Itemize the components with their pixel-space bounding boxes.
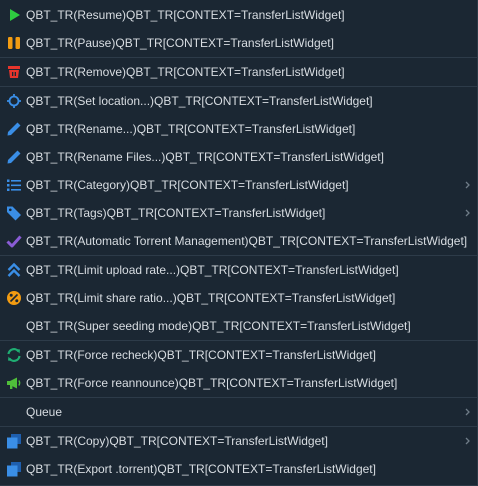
menu-separator (0, 340, 477, 341)
play-icon (6, 7, 22, 23)
chevron-right-icon (464, 435, 472, 447)
menu-separator (0, 397, 477, 398)
menu-item-copy[interactable]: QBT_TR(Copy)QBT_TR[CONTEXT=TransferListW… (0, 428, 477, 454)
menu-item-category[interactable]: QBT_TR(Category)QBT_TR[CONTEXT=TransferL… (0, 172, 477, 198)
menu-item-label: QBT_TR(Super seeding mode)QBT_TR[CONTEXT… (26, 319, 411, 333)
menu-separator (0, 255, 477, 256)
torrent-context-menu: QBT_TR(Resume)QBT_TR[CONTEXT=TransferLis… (0, 0, 478, 486)
menu-item-super-seeding-mode[interactable]: QBT_TR(Super seeding mode)QBT_TR[CONTEXT… (0, 313, 477, 339)
menu-item-rename[interactable]: QBT_TR(Rename...)QBT_TR[CONTEXT=Transfer… (0, 116, 477, 142)
menu-separator (0, 57, 477, 58)
menu-item-limit-upload-rate[interactable]: QBT_TR(Limit upload rate...)QBT_TR[CONTE… (0, 257, 477, 283)
chevron-right-icon (464, 179, 472, 191)
chevron-right-icon (464, 207, 472, 219)
menu-separator (0, 426, 477, 427)
menu-item-pause[interactable]: QBT_TR(Pause)QBT_TR[CONTEXT=TransferList… (0, 30, 477, 56)
menu-item-export-torrent[interactable]: QBT_TR(Export .torrent)QBT_TR[CONTEXT=Tr… (0, 456, 477, 482)
menu-item-remove[interactable]: QBT_TR(Remove)QBT_TR[CONTEXT=TransferLis… (0, 59, 477, 85)
menu-item-force-reannounce[interactable]: QBT_TR(Force reannounce)QBT_TR[CONTEXT=T… (0, 370, 477, 396)
pencil-icon (6, 149, 22, 165)
menu-item-label: QBT_TR(Remove)QBT_TR[CONTEXT=TransferLis… (26, 65, 345, 79)
menu-item-set-location[interactable]: QBT_TR(Set location...)QBT_TR[CONTEXT=Tr… (0, 88, 477, 114)
tag-icon (6, 205, 22, 221)
menu-item-force-recheck[interactable]: QBT_TR(Force recheck)QBT_TR[CONTEXT=Tran… (0, 342, 477, 368)
menu-item-queue[interactable]: Queue (0, 399, 477, 425)
chevron-right-icon (464, 406, 472, 418)
menu-item-limit-share-ratio[interactable]: QBT_TR(Limit share ratio...)QBT_TR[CONTE… (0, 285, 477, 311)
menu-item-label: QBT_TR(Pause)QBT_TR[CONTEXT=TransferList… (26, 36, 334, 50)
ratio-icon (6, 290, 22, 306)
menu-item-label: Queue (26, 405, 63, 419)
crosshair-icon (6, 93, 22, 109)
menu-item-label: QBT_TR(Force recheck)QBT_TR[CONTEXT=Tran… (26, 348, 376, 362)
list-icon (6, 177, 22, 193)
menu-item-automatic-torrent-management[interactable]: QBT_TR(Automatic Torrent Management)QBT_… (0, 228, 477, 254)
megaphone-icon (6, 375, 22, 391)
menu-item-label: QBT_TR(Rename Files...)QBT_TR[CONTEXT=Tr… (26, 150, 384, 164)
menu-item-tags[interactable]: QBT_TR(Tags)QBT_TR[CONTEXT=TransferListW… (0, 200, 477, 226)
menu-item-resume[interactable]: QBT_TR(Resume)QBT_TR[CONTEXT=TransferLis… (0, 2, 477, 28)
copy-icon (6, 433, 22, 449)
pause-icon (6, 35, 22, 51)
checkmark-icon (6, 233, 22, 249)
double-chevron-up-icon (6, 262, 22, 278)
menu-item-label: QBT_TR(Category)QBT_TR[CONTEXT=TransferL… (26, 178, 349, 192)
menu-item-rename-files[interactable]: QBT_TR(Rename Files...)QBT_TR[CONTEXT=Tr… (0, 144, 477, 170)
menu-item-label: QBT_TR(Set location...)QBT_TR[CONTEXT=Tr… (26, 94, 373, 108)
menu-item-label: QBT_TR(Limit share ratio...)QBT_TR[CONTE… (26, 291, 396, 305)
menu-item-label: QBT_TR(Limit upload rate...)QBT_TR[CONTE… (26, 263, 399, 277)
menu-separator (0, 86, 477, 87)
menu-item-label: QBT_TR(Copy)QBT_TR[CONTEXT=TransferListW… (26, 434, 328, 448)
menu-item-label: QBT_TR(Force reannounce)QBT_TR[CONTEXT=T… (26, 376, 398, 390)
menu-item-label: QBT_TR(Rename...)QBT_TR[CONTEXT=Transfer… (26, 122, 356, 136)
menu-item-label: QBT_TR(Export .torrent)QBT_TR[CONTEXT=Tr… (26, 462, 376, 476)
export-icon (6, 461, 22, 477)
menu-item-label: QBT_TR(Automatic Torrent Management)QBT_… (26, 234, 468, 248)
trash-icon (6, 64, 22, 80)
refresh-icon (6, 347, 22, 363)
menu-item-label: QBT_TR(Tags)QBT_TR[CONTEXT=TransferListW… (26, 206, 326, 220)
menu-item-label: QBT_TR(Resume)QBT_TR[CONTEXT=TransferLis… (26, 8, 345, 22)
pencil-icon (6, 121, 22, 137)
